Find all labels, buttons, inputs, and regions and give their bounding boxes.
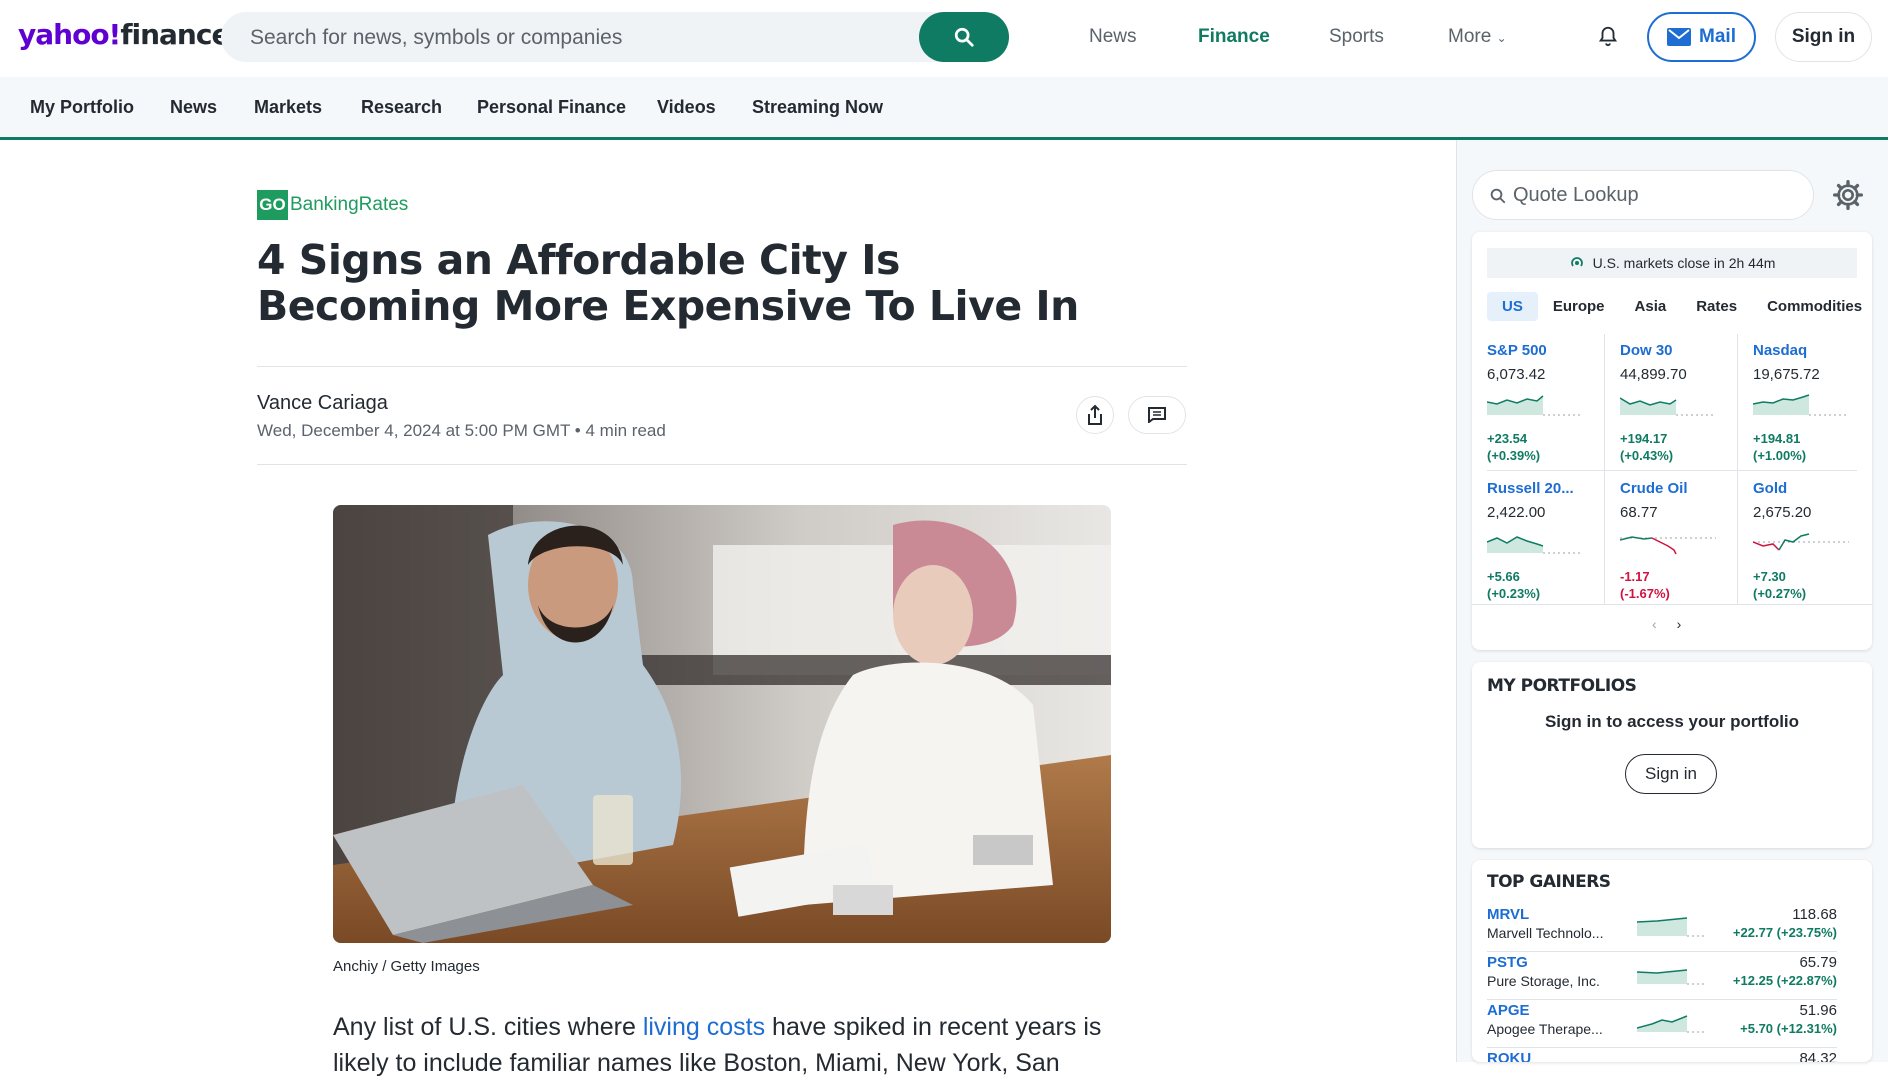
my-portfolios-card: MY PORTFOLIOS Sign in to access your por… xyxy=(1472,662,1872,848)
index-gold[interactable]: Gold 2,675.20 +7.30 (+0.27%) xyxy=(1753,480,1886,616)
subnav-markets[interactable]: Markets xyxy=(254,97,322,118)
search-button[interactable] xyxy=(919,12,1009,62)
subnav-my-portfolio[interactable]: My Portfolio xyxy=(30,97,134,118)
markets-card: U.S. markets close in 2h 44m US Europe A… xyxy=(1472,232,1872,650)
subnav-videos[interactable]: Videos xyxy=(657,97,716,118)
article-title: 4 Signs an Affordable City Is Becoming M… xyxy=(257,236,1079,330)
search-bar[interactable]: Search for news, symbols or companies xyxy=(221,12,1009,62)
market-tabs: US Europe Asia Rates Commodities xyxy=(1487,292,1877,321)
sparkline xyxy=(1753,394,1849,416)
sparkline xyxy=(1620,536,1716,555)
sparkline xyxy=(1637,1058,1707,1062)
mail-button[interactable]: Mail xyxy=(1647,12,1756,62)
people-at-desk-photo xyxy=(333,505,1111,943)
gainer-row[interactable]: ROKU 84.32 xyxy=(1487,1048,1837,1062)
nav-more[interactable]: More ⌄ xyxy=(1448,26,1507,48)
market-pagination: ‹ › xyxy=(1652,616,1681,632)
top-gainers-card: TOP GAINERS MRVL Marvell Technolo... 118… xyxy=(1472,860,1872,1062)
gainer-row[interactable]: PSTG Pure Storage, Inc. 65.79 +12.25 (+2… xyxy=(1487,952,1837,1000)
living-costs-link[interactable]: living costs xyxy=(643,1013,765,1041)
index-nasdaq[interactable]: Nasdaq 19,675.72 +194.81 (+1.00%) xyxy=(1753,342,1886,478)
index-crude-oil[interactable]: Crude Oil 68.77 -1.17 (-1.67%) xyxy=(1620,480,1753,616)
search-icon xyxy=(1490,188,1506,204)
bell-icon[interactable] xyxy=(1597,24,1619,48)
sparkline xyxy=(1753,533,1849,551)
sparkline xyxy=(1620,397,1716,416)
sparkline xyxy=(1487,536,1583,554)
finance-subnav: My Portfolio News Markets Research Perso… xyxy=(0,77,1888,140)
gear-icon[interactable] xyxy=(1832,179,1864,211)
divider xyxy=(257,366,1187,367)
article-meta: Wed, December 4, 2024 at 5:00 PM GMT • 4… xyxy=(257,421,666,440)
author-name[interactable]: Vance Cariaga xyxy=(257,392,388,415)
comments-button[interactable] xyxy=(1128,396,1186,434)
search-icon xyxy=(954,27,974,47)
market-status: U.S. markets close in 2h 44m xyxy=(1487,248,1857,278)
tab-europe[interactable]: Europe xyxy=(1538,292,1620,321)
chevron-right-icon[interactable]: › xyxy=(1677,616,1682,632)
tab-rates[interactable]: Rates xyxy=(1681,292,1752,321)
article-hero-image xyxy=(333,505,1111,943)
section-title: TOP GAINERS xyxy=(1487,872,1611,892)
portfolio-message: Sign in to access your portfolio xyxy=(1544,712,1800,731)
mail-icon xyxy=(1667,28,1692,46)
subnav-research[interactable]: Research xyxy=(361,97,442,118)
index-dow30[interactable]: Dow 30 44,899.70 +194.17 (+0.43%) xyxy=(1620,342,1753,478)
quote-lookup-input[interactable]: Quote Lookup xyxy=(1472,170,1814,220)
subnav-news[interactable]: News xyxy=(170,97,217,118)
subnav-personal-finance[interactable]: Personal Finance xyxy=(477,97,626,118)
section-title: MY PORTFOLIOS xyxy=(1487,676,1637,696)
tab-asia[interactable]: Asia xyxy=(1620,292,1682,321)
chevron-down-icon: ⌄ xyxy=(1496,31,1507,45)
nav-finance[interactable]: Finance xyxy=(1198,26,1270,48)
source-logo[interactable]: GO BankingRates xyxy=(257,190,408,220)
yahoo-finance-logo[interactable]: yahoo!finance xyxy=(18,18,230,51)
market-status-icon xyxy=(1570,257,1583,267)
image-caption: Anchiy / Getty Images xyxy=(333,958,480,975)
gainer-row[interactable]: APGE Apogee Therape... 51.96 +5.70 (+12.… xyxy=(1487,1000,1837,1048)
tab-us[interactable]: US xyxy=(1487,292,1538,321)
tab-commodities[interactable]: Commodities xyxy=(1752,292,1877,321)
top-header: yahoo!finance Search for news, symbols o… xyxy=(0,0,1888,77)
search-input[interactable]: Search for news, symbols or companies xyxy=(250,26,622,50)
nav-sports[interactable]: Sports xyxy=(1329,26,1384,48)
index-russell2000[interactable]: Russell 20... 2,422.00 +5.66 (+0.23%) xyxy=(1487,480,1620,616)
comment-icon xyxy=(1148,407,1166,423)
sparkline xyxy=(1487,395,1583,416)
subnav-streaming-now[interactable]: Streaming Now xyxy=(752,97,883,118)
chevron-left-icon[interactable]: ‹ xyxy=(1652,616,1657,632)
divider xyxy=(257,464,1187,465)
nav-news[interactable]: News xyxy=(1089,26,1137,48)
portfolio-sign-in-button[interactable]: Sign in xyxy=(1625,754,1717,794)
sign-in-button[interactable]: Sign in xyxy=(1775,12,1872,62)
sparkline xyxy=(1637,1015,1707,1033)
share-button[interactable] xyxy=(1076,396,1114,434)
article-body: Any list of U.S. cities where living cos… xyxy=(333,1013,1102,1077)
index-sp500[interactable]: S&P 500 6,073.42 +23.54 (+0.39%) xyxy=(1487,342,1620,478)
gainer-row[interactable]: MRVL Marvell Technolo... 118.68 +22.77 (… xyxy=(1487,904,1837,952)
share-icon xyxy=(1088,404,1102,425)
sparkline xyxy=(1637,917,1707,937)
sparkline xyxy=(1637,969,1707,985)
